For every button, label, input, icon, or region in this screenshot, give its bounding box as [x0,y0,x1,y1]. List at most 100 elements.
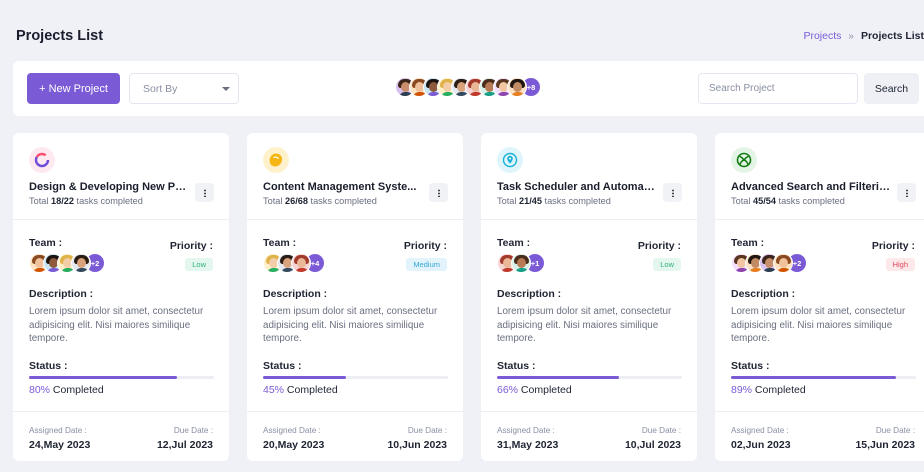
priority-badge: Low [653,258,681,271]
progress-text: 89% Completed [731,384,806,396]
progress-bar [731,376,916,379]
project-card: Advanced Search and Filtering Total 45/5… [715,133,924,461]
progress-text: 66% Completed [497,384,572,396]
new-project-button[interactable]: + New Project [27,73,120,104]
search-button[interactable]: Search [864,73,919,104]
project-title[interactable]: Task Scheduler and Automati... [497,181,657,193]
more-options-button[interactable] [429,183,448,202]
description-label: Description : [263,288,328,300]
progress-percent: 80% [29,384,51,396]
breadcrumb-current: Projects List [860,30,924,42]
description-text: Lorem ipsum dolor sit amet, consectetur … [731,306,906,344]
description-text: Lorem ipsum dolor sit amet, consectetur … [263,306,438,344]
tasks-done: 21/45 [518,196,542,206]
task-summary-prefix: Total [29,196,51,206]
location-pin-icon [497,147,523,173]
priority-label: Priority : [403,240,447,252]
project-title[interactable]: Advanced Search and Filtering [731,181,891,193]
team-label: Team : [29,237,63,249]
assigned-date-label: Assigned Date : [497,426,555,435]
avatar[interactable] [511,253,531,273]
due-date-label: Due Date : [875,426,915,435]
task-summary-suffix: tasks completed [775,196,845,206]
card-header: Content Management Syste... Total 26/68 … [247,133,463,220]
kebab-icon [671,188,674,197]
page-header: Projects List Projects » Projects List [0,0,924,70]
breadcrumb-link-projects[interactable]: Projects [803,30,841,42]
description-text: Lorem ipsum dolor sit amet, consectetur … [497,306,672,344]
team-avatar-stack[interactable]: +4 [263,253,325,273]
project-card: Design & Developing New Pro... Total 18/… [13,133,229,461]
progress-suffix: Completed [752,384,806,396]
progress-bar [263,376,448,379]
task-summary-prefix: Total [263,196,285,206]
project-title[interactable]: Design & Developing New Pro... [29,181,189,193]
priority-label: Priority : [871,240,915,252]
progress-text: 45% Completed [263,384,338,396]
progress-bar [497,376,682,379]
project-title[interactable]: Content Management Syste... [263,181,423,193]
avatar[interactable] [773,253,793,273]
avatar[interactable] [291,253,311,273]
more-options-button[interactable] [897,183,916,202]
search-project-input[interactable] [698,73,858,104]
team-avatar-stack[interactable]: +1 [497,253,545,273]
tasks-done: 26/68 [284,196,308,206]
breadcrumb-separator: » [848,31,854,42]
status-label: Status : [731,360,770,372]
card-header: Task Scheduler and Automati... Total 21/… [481,133,697,220]
avatar[interactable] [71,253,91,273]
priority-label: Priority : [169,240,213,252]
sort-by-placeholder: Sort By [143,82,178,95]
task-summary-prefix: Total [497,196,519,206]
team-label: Team : [263,237,297,249]
due-date: 10,Jul 2023 [624,439,681,451]
project-task-summary: Total 21/45 tasks completed [497,196,611,206]
status-label: Status : [29,360,68,372]
priority-badge: Medium [406,258,447,271]
more-options-button[interactable] [195,183,214,202]
due-date: 10,Jun 2023 [387,439,447,451]
avatar[interactable] [507,77,527,97]
assigned-date-label: Assigned Date : [29,426,87,435]
team-avatar-stack[interactable]: +2 [29,253,105,273]
xbox-icon [731,147,757,173]
progress-percent: 66% [497,384,519,396]
progress-suffix: Completed [518,384,572,396]
team-avatar-stack[interactable]: +2 [731,253,807,273]
progress-suffix: Completed [50,384,104,396]
card-header: Design & Developing New Pro... Total 18/… [13,133,229,220]
progress-fill [263,376,347,379]
task-summary-suffix: tasks completed [541,196,611,206]
members-avatar-stack[interactable]: +8 [395,77,541,99]
card-footer: Assigned Date : Due Date : 31,May 2023 1… [481,411,697,461]
card-footer: Assigned Date : Due Date : 02,Jun 2023 1… [715,411,924,461]
toolbar: + New Project Sort By +8 Search [13,61,924,116]
description-label: Description : [29,288,94,300]
task-summary-suffix: tasks completed [307,196,377,206]
kebab-icon [437,188,440,197]
assigned-date: 24,May 2023 [29,439,91,451]
project-card: Content Management Syste... Total 26/68 … [247,133,463,461]
assigned-date: 20,May 2023 [263,439,325,451]
due-date: 12,Jul 2023 [156,439,213,451]
blob-icon [263,147,289,173]
caret-down-icon [222,87,230,91]
sort-by-select[interactable]: Sort By [129,73,239,104]
description-label: Description : [497,288,562,300]
task-summary-suffix: tasks completed [73,196,143,206]
team-label: Team : [731,237,765,249]
tasks-done: 18/22 [50,196,74,206]
card-header: Advanced Search and Filtering Total 45/5… [715,133,924,220]
project-task-summary: Total 18/22 tasks completed [29,196,143,206]
progress-fill [731,376,896,379]
tasks-done: 45/54 [752,196,776,206]
status-label: Status : [497,360,536,372]
status-label: Status : [263,360,302,372]
description-text: Lorem ipsum dolor sit amet, consectetur … [29,306,204,344]
priority-label: Priority : [637,240,681,252]
progress-bar [29,376,214,379]
due-date-label: Due Date : [173,426,213,435]
more-options-button[interactable] [663,183,682,202]
page-title: Projects List [16,28,104,44]
